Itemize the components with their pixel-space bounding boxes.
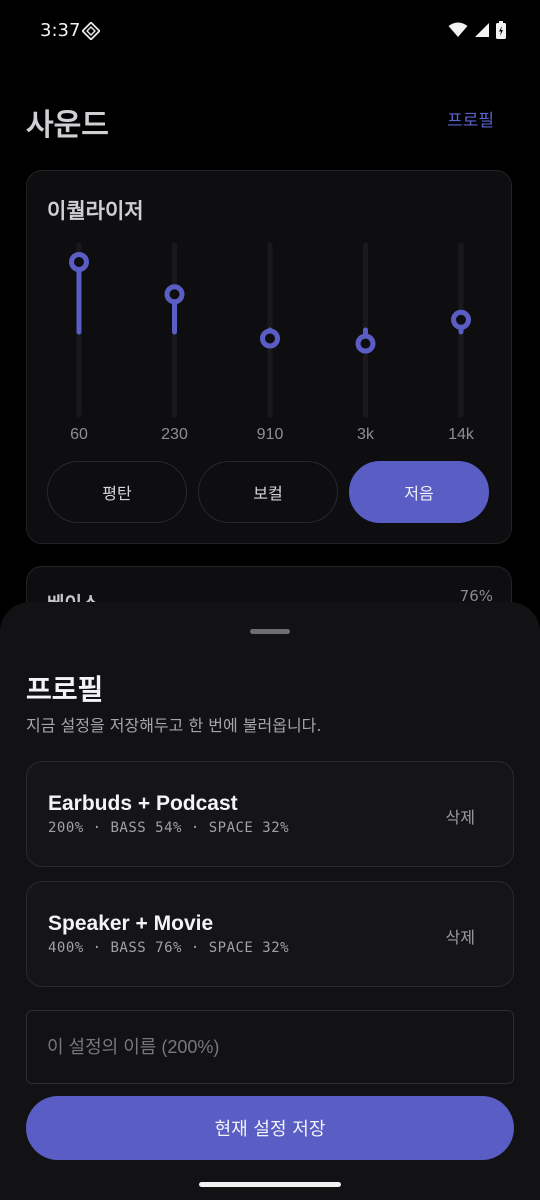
eq-band-slider[interactable]: 230 [161, 242, 188, 443]
wifi-icon [448, 22, 468, 37]
eq-band-label: 3k [357, 426, 375, 443]
cell-signal-icon [475, 23, 489, 37]
eq-band-label: 60 [70, 426, 88, 443]
eq-band-label: 230 [161, 426, 188, 443]
preset-row: 평탄 보컬 저음 [47, 461, 489, 523]
sheet-drag-handle[interactable] [250, 629, 290, 634]
profile-delete-button[interactable]: 삭제 [446, 804, 475, 828]
status-bar: 3:37 [0, 0, 540, 64]
eq-slider-thumb[interactable] [69, 252, 89, 272]
profile-meta: 400% · BASS 76% · SPACE 32% [48, 940, 290, 956]
equalizer-card: 이퀄라이저 60 230 910 3k 14k 평탄 보컬 저음 [26, 170, 512, 544]
eq-slider-thumb[interactable] [451, 309, 471, 330]
home-indicator[interactable] [199, 1182, 341, 1187]
eq-band-label: 910 [257, 426, 284, 443]
profile-bottom-sheet: 프로필 지금 설정을 저장해두고 한 번에 불러옵니다. Earbuds + P… [0, 602, 540, 1200]
eq-slider-thumb[interactable] [260, 328, 280, 349]
profile-link[interactable]: 프로필 [447, 106, 494, 131]
sheet-subtitle: 지금 설정을 저장해두고 한 번에 불러옵니다. [26, 716, 322, 735]
page-title: 사운드 [26, 108, 109, 143]
profile-meta: 200% · BASS 54% · SPACE 32% [48, 820, 290, 836]
profile-name-input[interactable] [26, 1010, 514, 1084]
preset-flat-button[interactable]: 평탄 [47, 461, 187, 523]
preset-vocal-button[interactable]: 보컬 [198, 461, 338, 523]
eq-slider-thumb[interactable] [355, 333, 376, 354]
profile-name: Speaker + Movie [48, 912, 214, 935]
eq-band-slider[interactable]: 60 [69, 242, 89, 443]
eq-band-slider[interactable]: 910 [257, 242, 284, 443]
profile-delete-button[interactable]: 삭제 [446, 924, 475, 948]
app-notification-icon [82, 22, 100, 40]
eq-band-slider[interactable]: 3k [355, 242, 376, 443]
status-time: 3:37 [40, 20, 81, 41]
eq-band-slider[interactable]: 14k [448, 242, 475, 443]
profile-name: Earbuds + Podcast [48, 792, 238, 815]
profile-card[interactable]: Speaker + Movie 400% · BASS 76% · SPACE … [26, 881, 514, 987]
eq-slider-thumb[interactable] [164, 284, 185, 305]
eq-band-label: 14k [448, 426, 475, 443]
profile-card[interactable]: Earbuds + Podcast 200% · BASS 54% · SPAC… [26, 761, 514, 867]
save-current-settings-button[interactable]: 현재 설정 저장 [26, 1096, 514, 1160]
equalizer-sliders: 60 230 910 3k 14k [69, 242, 475, 443]
battery-charging-icon [496, 21, 506, 39]
preset-bass-button[interactable]: 저음 [349, 461, 489, 523]
sheet-title: 프로필 [26, 673, 104, 706]
